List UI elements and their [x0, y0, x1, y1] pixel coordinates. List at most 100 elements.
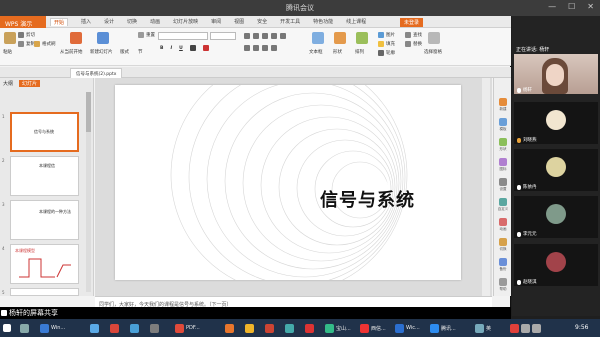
tab-animations[interactable]: 动画 [150, 18, 160, 26]
close-button[interactable]: ✕ [587, 2, 594, 11]
section-button[interactable]: 节 [138, 49, 143, 55]
tab-home[interactable]: 开始 [50, 18, 69, 26]
copy-button[interactable]: 复制 [18, 41, 35, 47]
taskbar-app[interactable]: 腾讯... [430, 322, 456, 334]
indent-icon[interactable] [262, 33, 268, 39]
tab-design[interactable]: 设计 [104, 18, 114, 26]
tab-insert[interactable]: 插入 [81, 18, 91, 26]
tool-template[interactable]: 模板 [496, 118, 510, 132]
align-left-icon[interactable] [244, 45, 250, 51]
italic-button[interactable]: I [170, 46, 172, 51]
wps-logo-button[interactable]: WPS 演示 [0, 16, 46, 28]
numbered-list-icon[interactable] [253, 33, 259, 39]
tool-new[interactable]: 新建 [496, 98, 510, 112]
align-center-icon[interactable] [253, 45, 259, 51]
input-language[interactable]: 英 [486, 325, 491, 332]
shape-icon[interactable] [334, 32, 346, 44]
taskbar-app[interactable]: Wic... [395, 322, 420, 334]
from-current-button[interactable]: 从当前开始 [60, 49, 83, 55]
arrange-icon[interactable] [356, 32, 368, 44]
start-button[interactable] [3, 322, 11, 334]
outdent-icon[interactable] [271, 33, 277, 39]
select-pane-icon[interactable] [428, 32, 440, 44]
format-painter-button[interactable]: 格式刷 [34, 41, 56, 47]
taskbar-app[interactable]: PDF... [175, 322, 200, 334]
thumbnail-scrollbar[interactable] [86, 92, 91, 292]
taskbar-app[interactable] [90, 322, 99, 334]
line-spacing-icon[interactable] [280, 33, 286, 39]
taskbar-app[interactable] [285, 322, 294, 334]
taskbar-app[interactable] [265, 322, 274, 334]
bold-button[interactable]: B [160, 46, 163, 51]
participant-tile[interactable]: 李元元 [514, 196, 598, 238]
taskbar-app[interactable] [110, 322, 119, 334]
taskbar-app[interactable]: 宝山... [325, 322, 351, 334]
tab-transitions[interactable]: 切换 [127, 18, 137, 26]
find-button[interactable]: 查找 [405, 32, 422, 38]
tab-outline[interactable]: 大纲 [3, 80, 13, 87]
play-from-current-icon[interactable] [70, 32, 82, 44]
tab-slideshow[interactable]: 幻灯片放映 [173, 18, 198, 26]
taskbar-app[interactable] [305, 322, 314, 334]
bullet-list-icon[interactable] [244, 33, 250, 39]
sogou-icon[interactable] [510, 323, 519, 333]
select-pane-button[interactable]: 选择窗格 [424, 49, 442, 55]
tab-security[interactable]: 安全 [257, 18, 267, 26]
cut-button[interactable]: 剪切 [18, 32, 35, 38]
layout-button[interactable]: 版式 [120, 49, 129, 55]
font-size-select[interactable] [210, 32, 236, 40]
participant-tile[interactable]: 杨轩 [514, 54, 598, 94]
tool-help[interactable]: 帮助 [496, 278, 510, 292]
tab-slides[interactable]: 幻灯片 [19, 80, 41, 87]
scrollbar-thumb[interactable] [86, 92, 91, 132]
font-color-icon[interactable] [202, 45, 209, 51]
current-slide[interactable]: 信号与系统 [115, 85, 461, 280]
underline-button[interactable]: U [179, 46, 183, 51]
taskbar-app[interactable] [225, 322, 234, 334]
strikethrough-icon[interactable] [189, 45, 196, 51]
tool-settings[interactable]: 设置 [496, 178, 510, 192]
tool-custom[interactable]: 自定义 [496, 198, 510, 212]
shape-button[interactable]: 形状 [333, 49, 342, 55]
taskbar-app[interactable] [130, 322, 139, 334]
slide-thumbnail[interactable]: 本课程模型 [10, 244, 79, 284]
tab-review[interactable]: 审阅 [211, 18, 221, 26]
taskbar-app[interactable]: Win... [40, 322, 65, 334]
tab-view[interactable]: 视图 [234, 18, 244, 26]
minimize-button[interactable]: — [548, 2, 556, 11]
slide-thumbnail[interactable]: 本课程信 [10, 156, 79, 196]
new-slide-button[interactable]: 新建幻灯片 [90, 49, 113, 55]
taskbar-app[interactable] [245, 322, 254, 334]
align-right-icon[interactable] [262, 45, 268, 51]
tool-shape[interactable]: 形状 [496, 138, 510, 152]
participant-tile[interactable]: 陈依冉 [514, 149, 598, 191]
tool-icon[interactable]: 图标 [496, 158, 510, 172]
maximize-button[interactable]: ☐ [568, 2, 575, 11]
tool-transition[interactable]: 切换 [496, 238, 510, 252]
textbox-button[interactable]: 文本框 [309, 49, 323, 55]
paste-button[interactable]: 粘贴 [3, 49, 12, 55]
network-icon[interactable] [475, 323, 484, 333]
tab-online-course[interactable]: 线上课程 [346, 18, 366, 26]
slide-thumbnail[interactable] [10, 288, 79, 296]
slide-thumbnail[interactable]: 本课程的一种方法 [10, 200, 79, 240]
taskbar-clock[interactable]: 9:56 [575, 324, 588, 331]
document-tab[interactable]: 信号与系统(2).pptx [70, 68, 123, 78]
image-button[interactable]: 图片 [378, 32, 395, 38]
new-slide-icon[interactable] [97, 32, 109, 44]
wifi-icon[interactable] [532, 323, 541, 333]
tab-features[interactable]: 特色功能 [313, 18, 333, 26]
outline-button[interactable]: 轮廓 [378, 50, 395, 56]
justify-icon[interactable] [271, 45, 277, 51]
replace-button[interactable]: 替换 [405, 41, 422, 47]
reset-button[interactable]: 重置 [138, 32, 155, 38]
participant-tile[interactable]: 赵晓淇 [514, 244, 598, 286]
canvas-scrollbar[interactable] [482, 78, 490, 296]
taskbar-app[interactable]: 西信... [360, 322, 386, 334]
fill-button[interactable]: 填充 [378, 41, 395, 47]
login-button[interactable]: 未登录 [400, 18, 424, 27]
paste-icon[interactable] [4, 32, 16, 44]
textbox-icon[interactable] [312, 32, 324, 44]
tab-developer[interactable]: 开发工具 [280, 18, 300, 26]
font-name-select[interactable] [158, 32, 208, 40]
